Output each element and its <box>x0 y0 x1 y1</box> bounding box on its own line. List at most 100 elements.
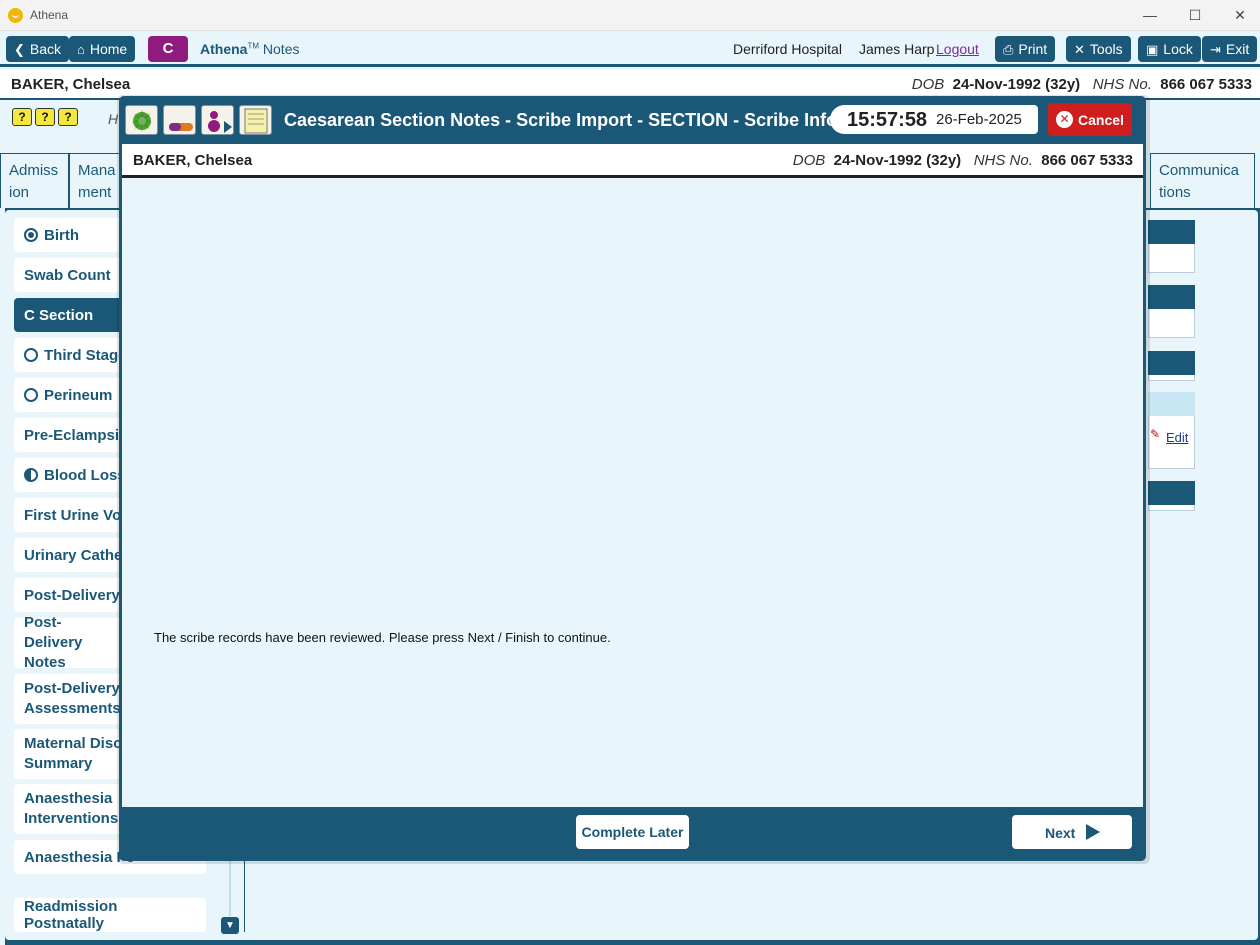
maximize-icon[interactable]: ☐ <box>1184 4 1206 26</box>
dialog-body: The scribe records have been reviewed. P… <box>122 178 1143 807</box>
panel-header <box>1148 220 1195 244</box>
clock-display: 15:57:58 26-Feb-2025 <box>830 105 1038 134</box>
next-label: Next <box>1045 825 1076 841</box>
help-info-icon[interactable]: ? <box>58 108 78 126</box>
tools-label: Tools <box>1089 41 1123 57</box>
notes-icon[interactable] <box>239 105 272 135</box>
scroll-track <box>229 860 231 916</box>
c-badge-button[interactable]: C <box>148 36 188 62</box>
lock-label: Lock <box>1163 41 1193 57</box>
panel-body <box>1148 505 1195 511</box>
scroll-down-icon[interactable]: ▼ <box>221 917 239 934</box>
app-name: AthenaTM Notes <box>200 41 299 57</box>
sidebar-item-readmission-postnatally[interactable]: Readmission Postnatally <box>14 898 206 932</box>
arrow-right-icon <box>1086 824 1100 840</box>
dialog-footer: Complete Later Next <box>122 807 1143 857</box>
tools-button[interactable]: ✕ Tools <box>1066 36 1131 62</box>
help-list-icon[interactable]: ? <box>12 108 32 126</box>
scribe-import-dialog: Caesarean Section Notes - Scribe Import … <box>119 96 1146 861</box>
panel-header-light <box>1148 392 1195 416</box>
exit-icon: ⇥ <box>1210 42 1221 57</box>
sidebar-item-label: Post-Delivery <box>24 586 120 604</box>
home-label: Home <box>89 41 128 57</box>
sidebar-item-label: Maternal Disc Summary <box>24 735 122 772</box>
help-icon[interactable]: ? <box>35 108 55 126</box>
back-label: Back <box>29 41 62 57</box>
sidebar-item-label: Anaesthesia Interventions <box>24 790 119 827</box>
patient-name: BAKER, Chelsea <box>11 76 131 93</box>
dob-value: 24-Nov-1992 (32y) <box>833 152 962 169</box>
dob-label: DOB <box>911 76 945 93</box>
panel-body <box>1148 244 1195 273</box>
complete-later-button[interactable]: Complete Later <box>576 815 689 849</box>
panel-header <box>1148 351 1195 375</box>
status-half-icon <box>24 468 38 482</box>
divider <box>244 860 245 932</box>
chevron-left-icon: ❮ <box>14 42 25 57</box>
home-icon: ⌂ <box>77 42 85 57</box>
nhs-value: 866 067 5333 <box>1041 152 1133 169</box>
status-empty-icon <box>24 348 38 362</box>
status-message: The scribe records have been reviewed. P… <box>154 630 611 645</box>
minimize-icon[interactable]: — <box>1139 4 1161 26</box>
sidebar-item-label: Urinary Cathe <box>24 546 123 564</box>
dialog-patient-banner: BAKER, Chelsea DOB 24-Nov-1992 (32y) NHS… <box>122 144 1143 178</box>
exit-button[interactable]: ⇥ Exit <box>1202 36 1258 62</box>
patient-identifiers: DOB 24-Nov-1992 (32y) NHS No. 866 067 53… <box>912 76 1252 93</box>
nhs-label: NHS No. <box>973 152 1033 169</box>
dialog-header: Caesarean Section Notes - Scribe Import … <box>119 96 1146 144</box>
panel-header <box>1148 481 1195 505</box>
status-filled-icon <box>24 228 38 242</box>
back-button[interactable]: ❮ Back <box>6 36 70 62</box>
user-name: James Harp <box>859 41 935 57</box>
lock-button[interactable]: ▣ Lock <box>1138 36 1201 62</box>
window-title: Athena <box>30 8 69 22</box>
sidebar-item-label: Post-Delivery Notes <box>24 614 83 671</box>
clock-time: 15:57:58 <box>847 109 928 131</box>
nhs-value: 866 067 5333 <box>1160 76 1252 93</box>
exit-label: Exit <box>1225 41 1250 57</box>
tab-management[interactable]: Mana ment <box>69 153 124 208</box>
cancel-button[interactable]: ✕ Cancel <box>1048 103 1132 136</box>
flower-icon[interactable] <box>125 105 158 135</box>
sidebar-item-label: Perineum <box>44 386 113 404</box>
patient-identifiers: DOB 24-Nov-1992 (32y) NHS No. 866 067 53… <box>793 152 1133 169</box>
sidebar-item-label: Third Stage <box>44 346 127 364</box>
nhs-label: NHS No. <box>1092 76 1152 93</box>
print-button[interactable]: ⎙ Print <box>995 36 1056 62</box>
edit-link[interactable]: Edit <box>1166 430 1188 445</box>
close-circle-icon: ✕ <box>1056 111 1073 128</box>
window-titlebar: Athena — ☐ ✕ <box>0 0 1260 31</box>
sidebar-item-label: Readmission Postnatally <box>24 898 118 932</box>
patient-name: BAKER, Chelsea <box>133 152 253 169</box>
home-button[interactable]: ⌂ Home <box>69 36 136 62</box>
app-section: Notes <box>262 41 300 57</box>
dialog-title: Caesarean Section Notes - Scribe Import … <box>284 110 838 130</box>
cancel-label: Cancel <box>1078 112 1124 128</box>
medication-icon[interactable] <box>163 105 196 135</box>
sidebar-item-label: C Section <box>24 306 94 324</box>
sidebar-item-label: First Urine Voi <box>24 506 126 524</box>
panel-body <box>1148 375 1195 381</box>
next-button[interactable]: Next <box>1012 815 1132 849</box>
dob-value: 24-Nov-1992 (32y) <box>952 76 1081 93</box>
sidebar-item-label: Birth <box>44 226 79 244</box>
top-navigation: ❮ Back ⌂ Home C AthenaTM Notes Derriford H… <box>0 31 1260 67</box>
sidebar-item-label: Pre-Eclampsia <box>24 426 128 444</box>
help-icons: ??? <box>12 108 81 126</box>
tab-communications[interactable]: Communica tions <box>1150 153 1255 208</box>
sidebar-item-label: Swab Count <box>24 266 111 284</box>
pencil-icon: ✎ <box>1150 427 1161 441</box>
clock-date: 26-Feb-2025 <box>936 111 1022 128</box>
panel-header <box>1148 285 1195 309</box>
lock-icon: ▣ <box>1146 42 1159 57</box>
wrench-icon: ✕ <box>1074 42 1085 57</box>
status-empty-icon <box>24 388 38 402</box>
app-brand: Athena <box>200 41 248 57</box>
mother-baby-icon[interactable] <box>201 105 234 135</box>
tab-admission[interactable]: Admiss ion <box>0 153 69 208</box>
close-window-icon[interactable]: ✕ <box>1229 4 1251 26</box>
print-label: Print <box>1018 41 1048 57</box>
printer-icon: ⎙ <box>1003 42 1014 57</box>
logout-link[interactable]: Logout <box>936 41 979 57</box>
